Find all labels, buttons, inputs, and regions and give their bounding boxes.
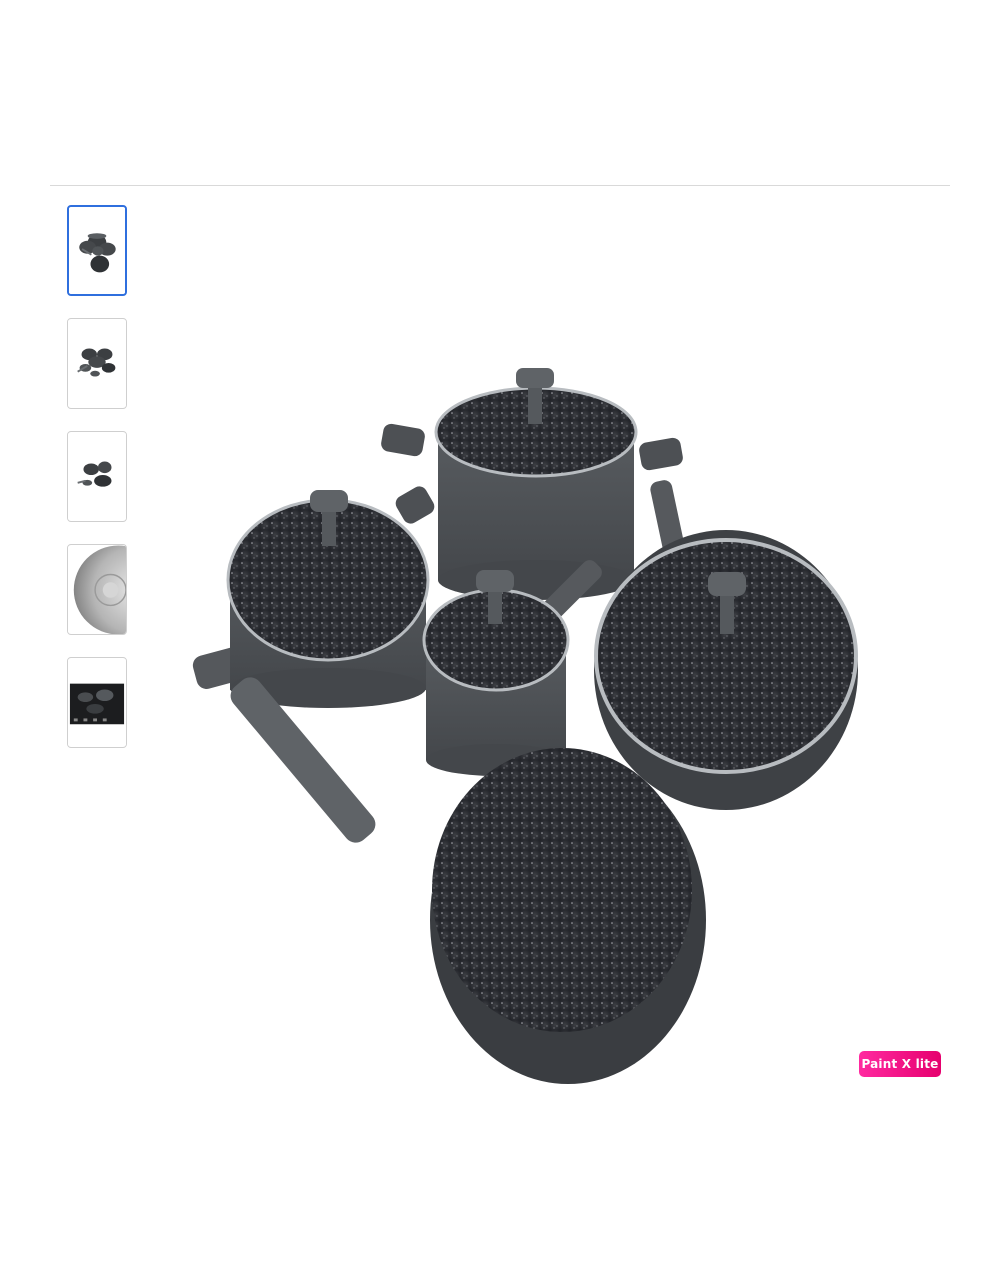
thumbnail-5[interactable] xyxy=(67,657,127,748)
thumbnail-3[interactable] xyxy=(67,431,127,522)
thumbnail-1[interactable] xyxy=(67,205,127,296)
main-product-image[interactable] xyxy=(190,360,880,1085)
watermark-badge: Paint X lite xyxy=(859,1051,941,1077)
header-divider xyxy=(50,185,950,186)
thumbnail-2[interactable] xyxy=(67,318,127,409)
product-gallery-page: Paint X lite xyxy=(0,0,1000,1271)
thumbnail-4[interactable] xyxy=(67,544,127,635)
